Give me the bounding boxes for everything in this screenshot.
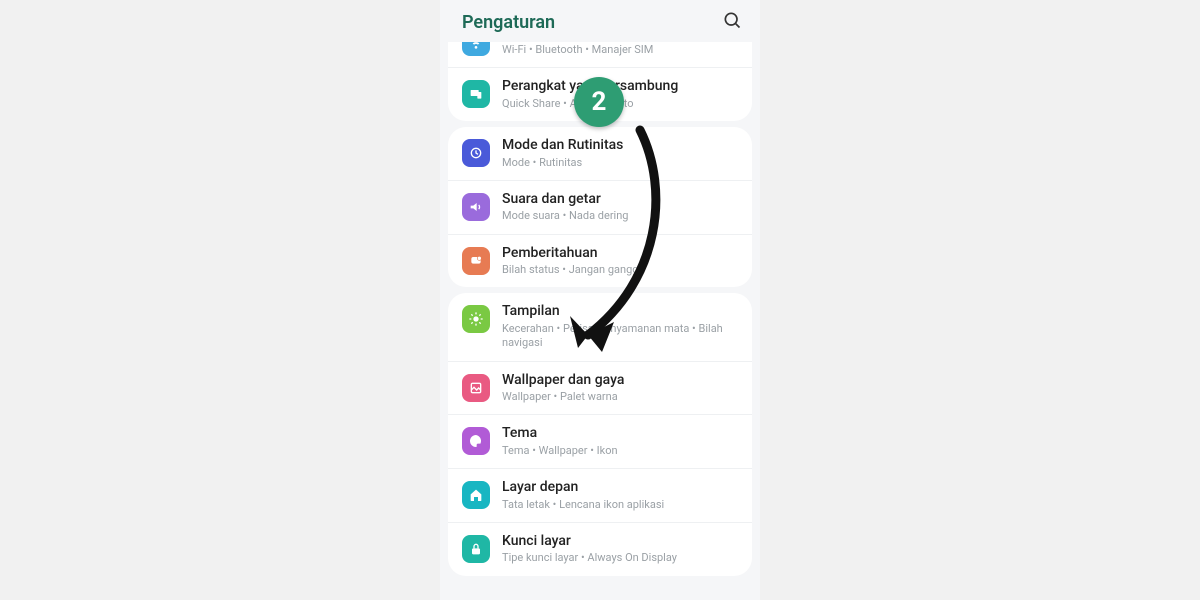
settings-row-sound-vibration[interactable]: Suara dan getar Mode suara • Nada dering [448, 180, 752, 234]
settings-group-connections: Wi-Fi • Bluetooth • Manajer SIM Perangka… [448, 42, 752, 121]
row-subtitle: Tata letak • Lencana ikon aplikasi [502, 498, 738, 512]
home-icon [462, 481, 490, 509]
theme-icon [462, 427, 490, 455]
row-title: Tema [502, 425, 738, 443]
row-title: Kunci layar [502, 533, 738, 551]
routine-icon [462, 139, 490, 167]
settings-row-themes[interactable]: Tema Tema • Wallpaper • Ikon [448, 414, 752, 468]
row-title: Mode dan Rutinitas [502, 137, 738, 155]
row-subtitle: Kecerahan • Perisai kenyamanan mata • Bi… [502, 322, 738, 351]
lock-icon [462, 535, 490, 563]
wifi-icon [462, 42, 490, 56]
row-subtitle: Mode suara • Nada dering [502, 209, 738, 223]
settings-row-connected-devices[interactable]: Perangkat yang tersambung Quick Share • … [448, 67, 752, 121]
row-title: Tampilan [502, 303, 738, 321]
wallpaper-icon [462, 374, 490, 402]
row-title: Layar depan [502, 479, 738, 497]
row-subtitle: Mode • Rutinitas [502, 156, 738, 170]
row-title: Perangkat yang tersambung [502, 78, 738, 96]
row-subtitle: Quick Share • Android Auto [502, 97, 738, 111]
row-title: Wallpaper dan gaya [502, 372, 738, 390]
row-subtitle: Bilah status • Jangan ganggu [502, 263, 738, 277]
row-subtitle: Tema • Wallpaper • Ikon [502, 444, 738, 458]
settings-row-modes-routines[interactable]: Mode dan Rutinitas Mode • Rutinitas [448, 127, 752, 180]
row-subtitle: Wi-Fi • Bluetooth • Manajer SIM [502, 43, 738, 57]
settings-group-display: Tampilan Kecerahan • Perisai kenyamanan … [448, 293, 752, 575]
settings-screen: Pengaturan Wi-Fi • Bluetooth • Manajer S… [440, 0, 760, 600]
settings-row-wallpaper-style[interactable]: Wallpaper dan gaya Wallpaper • Palet war… [448, 361, 752, 415]
row-subtitle: Wallpaper • Palet warna [502, 390, 738, 404]
display-icon [462, 305, 490, 333]
devices-icon [462, 80, 490, 108]
notification-icon [462, 247, 490, 275]
settings-row-connections[interactable]: Wi-Fi • Bluetooth • Manajer SIM [448, 42, 752, 67]
settings-row-home-screen[interactable]: Layar depan Tata letak • Lencana ikon ap… [448, 468, 752, 522]
row-subtitle: Tipe kunci layar • Always On Display [502, 551, 738, 565]
row-title: Suara dan getar [502, 191, 738, 209]
settings-group-modes: Mode dan Rutinitas Mode • Rutinitas Suar… [448, 127, 752, 287]
sound-icon [462, 193, 490, 221]
settings-row-lock-screen[interactable]: Kunci layar Tipe kunci layar • Always On… [448, 522, 752, 576]
search-icon[interactable] [722, 10, 742, 34]
settings-row-display[interactable]: Tampilan Kecerahan • Perisai kenyamanan … [448, 293, 752, 360]
page-title: Pengaturan [462, 12, 555, 33]
row-title: Pemberitahuan [502, 245, 738, 263]
header-bar: Pengaturan [440, 0, 760, 42]
settings-row-notifications[interactable]: Pemberitahuan Bilah status • Jangan gang… [448, 234, 752, 288]
